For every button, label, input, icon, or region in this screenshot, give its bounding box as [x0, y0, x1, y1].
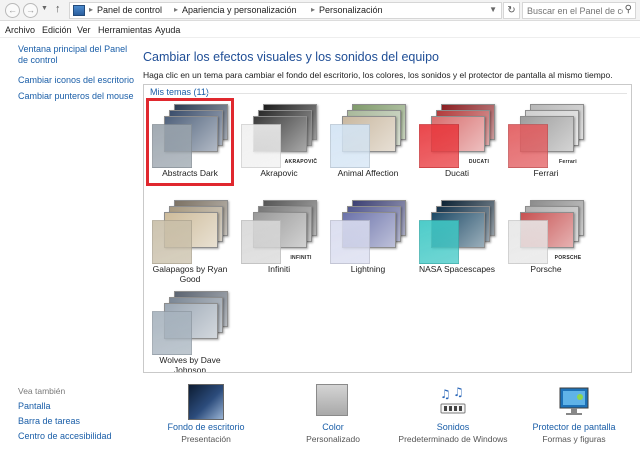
theme-color-swatch — [152, 311, 192, 355]
theme-preview — [417, 198, 497, 264]
theme-preview: DUCATI — [417, 102, 497, 168]
up-arrow-icon[interactable]: ↑ — [55, 3, 61, 15]
breadcrumb-item-panel-de-control[interactable]: Panel de control — [97, 5, 162, 15]
theme-tile[interactable]: DUCATI Ducati — [415, 100, 499, 184]
setting-value: Formas y figuras — [542, 434, 606, 444]
theme-logo: DUCATI — [461, 156, 497, 168]
theme-name: Galapagos by Ryan Good — [152, 264, 228, 284]
breadcrumb-item-apariencia[interactable]: Apariencia y personalización — [182, 5, 297, 15]
theme-color-swatch — [241, 124, 281, 168]
theme-tile[interactable]: Animal Affection — [326, 100, 410, 184]
theme-preview — [150, 289, 230, 355]
menu-ayuda[interactable]: Ayuda — [155, 25, 180, 35]
menu-archivo[interactable]: Archivo — [5, 25, 35, 35]
theme-tile[interactable]: Ferrari Ferrari — [504, 100, 588, 184]
setting-value: Personalizado — [306, 434, 360, 444]
theme-name: Lightning — [350, 264, 386, 274]
theme-logo: AKRAPOVIČ — [283, 156, 319, 168]
sounds-icon: ♫ ♫ — [435, 384, 471, 420]
theme-tile[interactable]: Lightning — [326, 196, 410, 280]
color-swatch-icon — [316, 384, 348, 416]
setting-label: Protector de pantalla — [532, 422, 616, 432]
theme-tile[interactable]: Abstracts Dark — [146, 98, 234, 186]
theme-name: Animal Affection — [337, 168, 399, 178]
theme-name: Infiniti — [267, 264, 291, 274]
menu-ver[interactable]: Ver — [77, 25, 91, 35]
theme-color-swatch — [330, 124, 370, 168]
screensaver-icon — [556, 384, 592, 420]
see-also-title: Vea también — [18, 386, 66, 396]
desktop-background-icon — [188, 384, 224, 420]
search-input[interactable] — [523, 3, 623, 18]
search-box[interactable]: ⚲ — [522, 2, 636, 19]
theme-color-swatch — [419, 220, 459, 264]
theme-color-swatch — [152, 124, 192, 168]
theme-color-swatch — [419, 124, 459, 168]
group-label-mis-temas[interactable]: Mis temas (11) — [150, 87, 209, 97]
search-icon[interactable]: ⚲ — [625, 4, 632, 15]
theme-preview: Ferrari — [506, 102, 586, 168]
svg-text:♫: ♫ — [440, 387, 451, 401]
page-description: Haga clic en un tema para cambiar el fon… — [143, 70, 613, 80]
svg-text:♫: ♫ — [453, 385, 464, 399]
breadcrumb-item-personalizacion[interactable]: Personalización — [319, 5, 383, 15]
theme-logo: Ferrari — [550, 156, 586, 168]
setting-value: Predeterminado de Windows — [398, 434, 508, 444]
breadcrumb-separator-icon[interactable]: ▸ — [311, 5, 315, 14]
theme-name: Ducati — [444, 168, 470, 178]
back-button[interactable]: ← — [5, 3, 20, 18]
refresh-button[interactable]: ↻ — [503, 2, 520, 19]
setting-label: Fondo de escritorio — [167, 422, 245, 432]
setting-value: Presentación — [181, 434, 231, 444]
setting-label: Color — [322, 422, 344, 432]
theme-color-swatch — [508, 124, 548, 168]
group-divider — [204, 93, 627, 94]
theme-name: NASA Spacescapes — [418, 264, 496, 274]
see-also-pantalla[interactable]: Pantalla — [18, 401, 51, 412]
control-panel-icon — [73, 5, 85, 16]
theme-tile[interactable]: Galapagos by Ryan Good — [148, 196, 232, 284]
theme-preview — [150, 102, 230, 168]
breadcrumb-separator-icon[interactable]: ▸ — [89, 5, 93, 14]
address-dropdown-icon[interactable]: ▼ — [489, 5, 497, 14]
theme-preview: PORSCHE — [506, 198, 586, 264]
theme-name: Wolves by Dave Johnson — [159, 355, 221, 373]
theme-preview: AKRAPOVIČ — [239, 102, 319, 168]
theme-color-swatch — [508, 220, 548, 264]
themes-panel: Mis temas (11) Abstracts Dark AKRAPOVIČ Ak… — [143, 84, 632, 373]
theme-color-swatch — [330, 220, 370, 264]
theme-preview — [328, 102, 408, 168]
sidebar-link-panel-principal[interactable]: Ventana principal del Panel de control — [18, 44, 128, 66]
sidebar-link-iconos-escritorio[interactable]: Cambiar iconos del escritorio — [18, 75, 134, 86]
breadcrumb[interactable]: ▸ Panel de control ▸ Apariencia y person… — [69, 2, 502, 19]
sidebar-link-punteros-mouse[interactable]: Cambiar punteros del mouse — [18, 91, 134, 102]
theme-color-swatch — [241, 220, 281, 264]
theme-tile[interactable]: INFINITI Infiniti — [237, 196, 321, 280]
menu-bar: Archivo Edición Ver Herramientas Ayuda — [0, 22, 640, 38]
setting-label: Sonidos — [436, 422, 470, 432]
theme-name: Abstracts Dark — [162, 168, 218, 178]
theme-name: Porsche — [530, 264, 562, 274]
menu-edicion[interactable]: Edición — [42, 25, 72, 35]
address-bar: ← → ▼ ↑ ▸ Panel de control ▸ Apariencia … — [0, 0, 640, 21]
page-title: Cambiar los efectos visuales y los sonid… — [143, 50, 439, 64]
theme-logo: INFINITI — [283, 252, 319, 264]
theme-tile[interactable]: AKRAPOVIČ Akrapovic — [237, 100, 321, 184]
recent-locations-chevron-icon[interactable]: ▼ — [41, 5, 48, 12]
theme-name: Akrapovic — [260, 168, 298, 178]
theme-preview: INFINITI — [239, 198, 319, 264]
theme-preview — [150, 198, 230, 264]
theme-tile[interactable]: PORSCHE Porsche — [504, 196, 588, 280]
menu-herramientas[interactable]: Herramientas — [98, 25, 152, 35]
forward-button[interactable]: → — [23, 3, 38, 18]
theme-name: Ferrari — [533, 168, 559, 178]
theme-logo: PORSCHE — [550, 252, 586, 264]
theme-preview — [328, 198, 408, 264]
theme-color-swatch — [152, 220, 192, 264]
theme-tile[interactable]: NASA Spacescapes — [415, 196, 499, 280]
breadcrumb-separator-icon[interactable]: ▸ — [174, 5, 178, 14]
theme-tile[interactable]: Wolves by Dave Johnson — [148, 287, 232, 373]
see-also-barra-tareas[interactable]: Barra de tareas — [18, 416, 80, 427]
see-also-accesibilidad[interactable]: Centro de accesibilidad — [18, 431, 112, 442]
